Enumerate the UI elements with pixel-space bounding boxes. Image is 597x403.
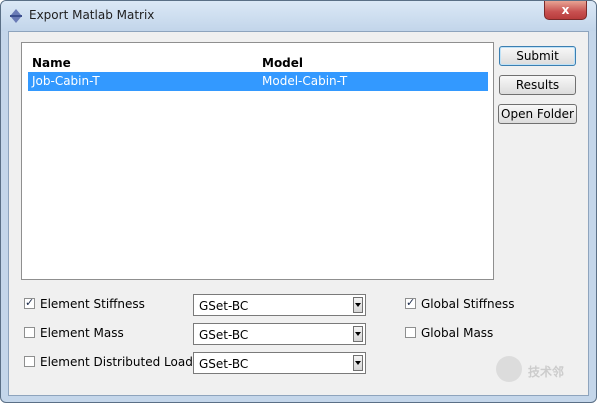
- element-stiffness-select[interactable]: GSet-BC: [193, 294, 366, 316]
- element-stiffness-label: Element Stiffness: [40, 297, 145, 311]
- global-stiffness-label: Global Stiffness: [421, 297, 515, 311]
- submit-button[interactable]: Submit: [499, 46, 576, 66]
- element-mass-checkbox[interactable]: [24, 327, 35, 338]
- element-distributed-load-select[interactable]: GSet-BC: [193, 352, 366, 374]
- column-header-name[interactable]: Name: [32, 56, 71, 70]
- close-icon: x: [561, 3, 570, 17]
- chevron-down-icon[interactable]: [353, 297, 363, 313]
- export-dialog: Export Matlab Matrix x Name Model Job-Ca…: [0, 0, 597, 403]
- global-mass-label: Global Mass: [421, 326, 494, 340]
- check-icon: ✓: [406, 296, 416, 309]
- element-distributed-load-label: Element Distributed Load: [40, 355, 193, 369]
- cell-model-name: Model-Cabin-T: [262, 74, 348, 88]
- table-row[interactable]: Job-Cabin-T Model-Cabin-T: [28, 72, 488, 91]
- results-button[interactable]: Results: [499, 75, 576, 95]
- element-mass-label: Element Mass: [40, 326, 124, 340]
- close-button[interactable]: x: [544, 1, 587, 20]
- open-folder-button[interactable]: Open Folder: [498, 104, 577, 124]
- title-bar[interactable]: Export Matlab Matrix x: [1, 1, 596, 31]
- chevron-down-icon[interactable]: [353, 326, 363, 342]
- element-stiffness-checkbox[interactable]: ✓: [24, 296, 35, 309]
- window-title: Export Matlab Matrix: [29, 8, 155, 22]
- element-mass-select[interactable]: GSet-BC: [193, 323, 366, 345]
- element-distributed-load-select-value: GSet-BC: [199, 357, 249, 371]
- global-stiffness-checkbox[interactable]: ✓: [405, 296, 416, 309]
- global-mass-checkbox[interactable]: [405, 327, 416, 338]
- watermark: 技术邻: [496, 356, 586, 386]
- cell-job-name: Job-Cabin-T: [32, 74, 100, 88]
- mascot-icon: [496, 356, 522, 382]
- job-list[interactable]: Name Model Job-Cabin-T Model-Cabin-T: [21, 42, 494, 280]
- column-header-model[interactable]: Model: [262, 56, 303, 70]
- element-stiffness-select-value: GSet-BC: [199, 299, 249, 313]
- chevron-down-icon[interactable]: [353, 355, 363, 371]
- app-icon: [10, 9, 22, 23]
- list-header: Name Model: [22, 53, 493, 73]
- watermark-text: 技术邻: [528, 365, 565, 379]
- element-mass-select-value: GSet-BC: [199, 328, 249, 342]
- check-icon: ✓: [25, 296, 35, 309]
- element-distributed-load-checkbox[interactable]: [24, 356, 35, 367]
- dialog-body: Name Model Job-Cabin-T Model-Cabin-T Sub…: [8, 31, 589, 396]
